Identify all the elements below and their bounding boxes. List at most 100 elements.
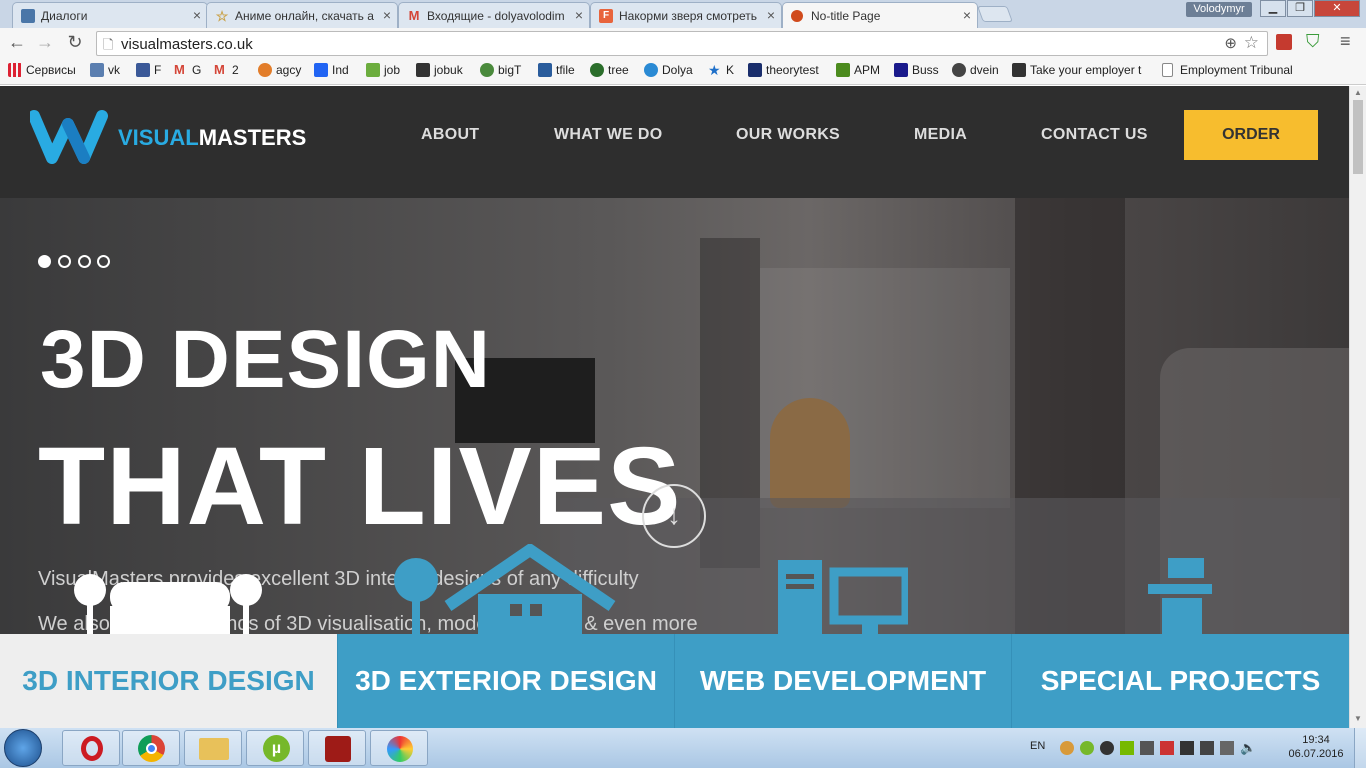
tab-dialogs[interactable]: Диалоги × [12, 2, 208, 28]
tray-utorrent-icon[interactable] [1080, 741, 1094, 755]
bookmark-employer[interactable]: Take your employer t [1012, 63, 1146, 77]
language-indicator[interactable]: EN [1030, 740, 1045, 752]
shield-icon[interactable]: ⛉ [1306, 31, 1320, 52]
bookmark-services[interactable]: Сервисы [8, 63, 76, 77]
page-scrollbar[interactable]: ▲ ▼ [1349, 86, 1366, 728]
service-web-development[interactable]: WEB DEVELOPMENT [674, 634, 1011, 728]
tab-anime[interactable]: ☆ Аниме онлайн, скачать а × [206, 2, 398, 28]
bookmark-buss[interactable]: Buss [894, 63, 939, 77]
page-info-icon[interactable]: 🗋 [103, 36, 113, 58]
slide-dot-2[interactable] [58, 255, 71, 268]
slide-dot-1[interactable] [38, 255, 51, 268]
bookmark-bigt[interactable]: bigT [480, 63, 521, 77]
tab-title: Аниме онлайн, скачать а [235, 9, 374, 23]
back-icon[interactable]: ← [6, 32, 28, 53]
bookmark-g[interactable]: MG [174, 63, 201, 78]
show-desktop-button[interactable] [1354, 728, 1366, 768]
taskbar-utorrent[interactable]: µ [246, 730, 304, 766]
scrollbar-thumb[interactable] [1353, 100, 1363, 174]
close-icon[interactable]: × [193, 7, 201, 23]
nav-media[interactable]: MEDIA [914, 126, 967, 144]
slide-dot-4[interactable] [97, 255, 110, 268]
minimize-icon[interactable]: ▁ [1260, 0, 1286, 17]
scroll-down-arrow-icon[interactable]: ▼ [1354, 714, 1362, 723]
logo-masters: MASTERS [198, 125, 307, 150]
bookmark-jobuk[interactable]: jobuk [416, 63, 463, 77]
maximize-icon[interactable]: ❐ [1287, 0, 1313, 17]
bookmark-f[interactable]: F [136, 63, 161, 77]
taskbar-dota[interactable] [308, 730, 366, 766]
service-special-projects[interactable]: SPECIAL PROJECTS [1011, 634, 1349, 728]
apm-icon [836, 63, 850, 77]
service-3d-interior[interactable]: 3D INTERIOR DESIGN [0, 634, 337, 728]
bookmark-job[interactable]: job [366, 63, 400, 77]
profile-button[interactable]: Volodymyr [1186, 2, 1252, 17]
bookmark-theorytest[interactable]: theorytest [748, 63, 819, 77]
forward-icon[interactable]: → [34, 32, 56, 53]
close-icon[interactable]: × [575, 7, 583, 23]
scroll-down-icon[interactable]: ↓ [642, 484, 706, 548]
extension-icon[interactable] [1276, 34, 1292, 50]
reload-icon[interactable]: ↻ [64, 32, 86, 53]
zoom-icon[interactable]: ⊕ [1224, 34, 1237, 52]
taskbar-paint[interactable] [370, 730, 428, 766]
address-bar[interactable]: 🗋 visualmasters.co.uk ⊕ ☆ [96, 31, 1268, 56]
bookmark-dolya[interactable]: Dolya [644, 63, 693, 77]
bookmark-k[interactable]: ★ K [708, 63, 734, 77]
bookmark-label: APM [854, 63, 881, 77]
nav-contact-us[interactable]: CONTACT US [1041, 126, 1148, 144]
menu-icon[interactable]: ≡ [1340, 31, 1351, 52]
bookmark-tfile[interactable]: tfile [538, 63, 575, 77]
scroll-up-icon[interactable]: ▲ [1354, 88, 1362, 97]
tab-nakormi[interactable]: F Накорми зверя смотреть × [590, 2, 782, 28]
close-icon[interactable]: × [383, 7, 391, 23]
jobuk-icon [416, 63, 430, 77]
tray-icon[interactable] [1160, 741, 1174, 755]
nav-about[interactable]: ABOUT [421, 126, 479, 144]
sofa-icon [74, 574, 262, 634]
bookmark-star-icon[interactable]: ☆ [1244, 33, 1259, 53]
tray-steam-icon[interactable] [1100, 741, 1114, 755]
bookmark-apm[interactable]: APM [836, 63, 880, 77]
logo-icon[interactable] [30, 108, 120, 164]
utorrent-icon: µ [263, 735, 290, 762]
bookmark-label: Take your employer t [1030, 63, 1142, 77]
slide-dot-3[interactable] [78, 255, 91, 268]
windows-taskbar: µ EN 🔈 19:34 06.07.2016 [0, 728, 1366, 768]
nav-our-works[interactable]: OUR WORKS [736, 126, 840, 144]
tray-volume-icon[interactable]: 🔈 [1240, 741, 1256, 755]
tab-no-title[interactable]: No-title Page × [782, 2, 978, 29]
tray-nvidia-icon[interactable] [1120, 741, 1134, 755]
nav-what-we-do[interactable]: WHAT WE DO [554, 126, 662, 144]
close-window-icon[interactable]: ✕ [1314, 0, 1360, 17]
taskbar-explorer[interactable] [184, 730, 242, 766]
tray-icon[interactable] [1180, 741, 1194, 755]
bookmark-agcy[interactable]: agcy [258, 63, 301, 77]
bookmark-label: tfile [556, 63, 575, 77]
start-icon[interactable] [4, 729, 42, 767]
taskbar-chrome[interactable] [122, 730, 180, 766]
order-button[interactable]: ORDER [1184, 110, 1318, 160]
logo-text[interactable]: VISUALMASTERS [118, 125, 306, 151]
tray-icon[interactable] [1200, 741, 1214, 755]
apps-icon [8, 63, 22, 77]
tray-icon[interactable] [1060, 741, 1074, 755]
bookmark-ind[interactable]: Ind [314, 63, 349, 77]
taskbar-opera[interactable] [62, 730, 120, 766]
new-tab-button[interactable] [977, 6, 1013, 22]
clock[interactable]: 19:34 06.07.2016 [1284, 733, 1348, 761]
service-3d-exterior[interactable]: 3D EXTERIOR DESIGN [337, 634, 674, 728]
close-icon[interactable]: × [767, 7, 775, 23]
close-icon[interactable]: × [963, 7, 971, 23]
armchair [770, 398, 850, 508]
bookmark-label: jobuk [434, 63, 463, 77]
bookmark-tribunal[interactable]: Employment Tribunal [1162, 63, 1298, 77]
tray-network-icon[interactable] [1220, 741, 1234, 755]
bookmark-dvein[interactable]: dvein [952, 63, 999, 77]
bookmark-2[interactable]: M2 [214, 63, 239, 78]
tab-gmail[interactable]: M Входящие - dolyavolodim × [398, 2, 590, 28]
bookmark-tree[interactable]: tree [590, 63, 629, 77]
system-tray: 🔈 [1060, 741, 1270, 755]
bookmark-vk[interactable]: vk [90, 63, 120, 77]
tray-icon[interactable] [1140, 741, 1154, 755]
